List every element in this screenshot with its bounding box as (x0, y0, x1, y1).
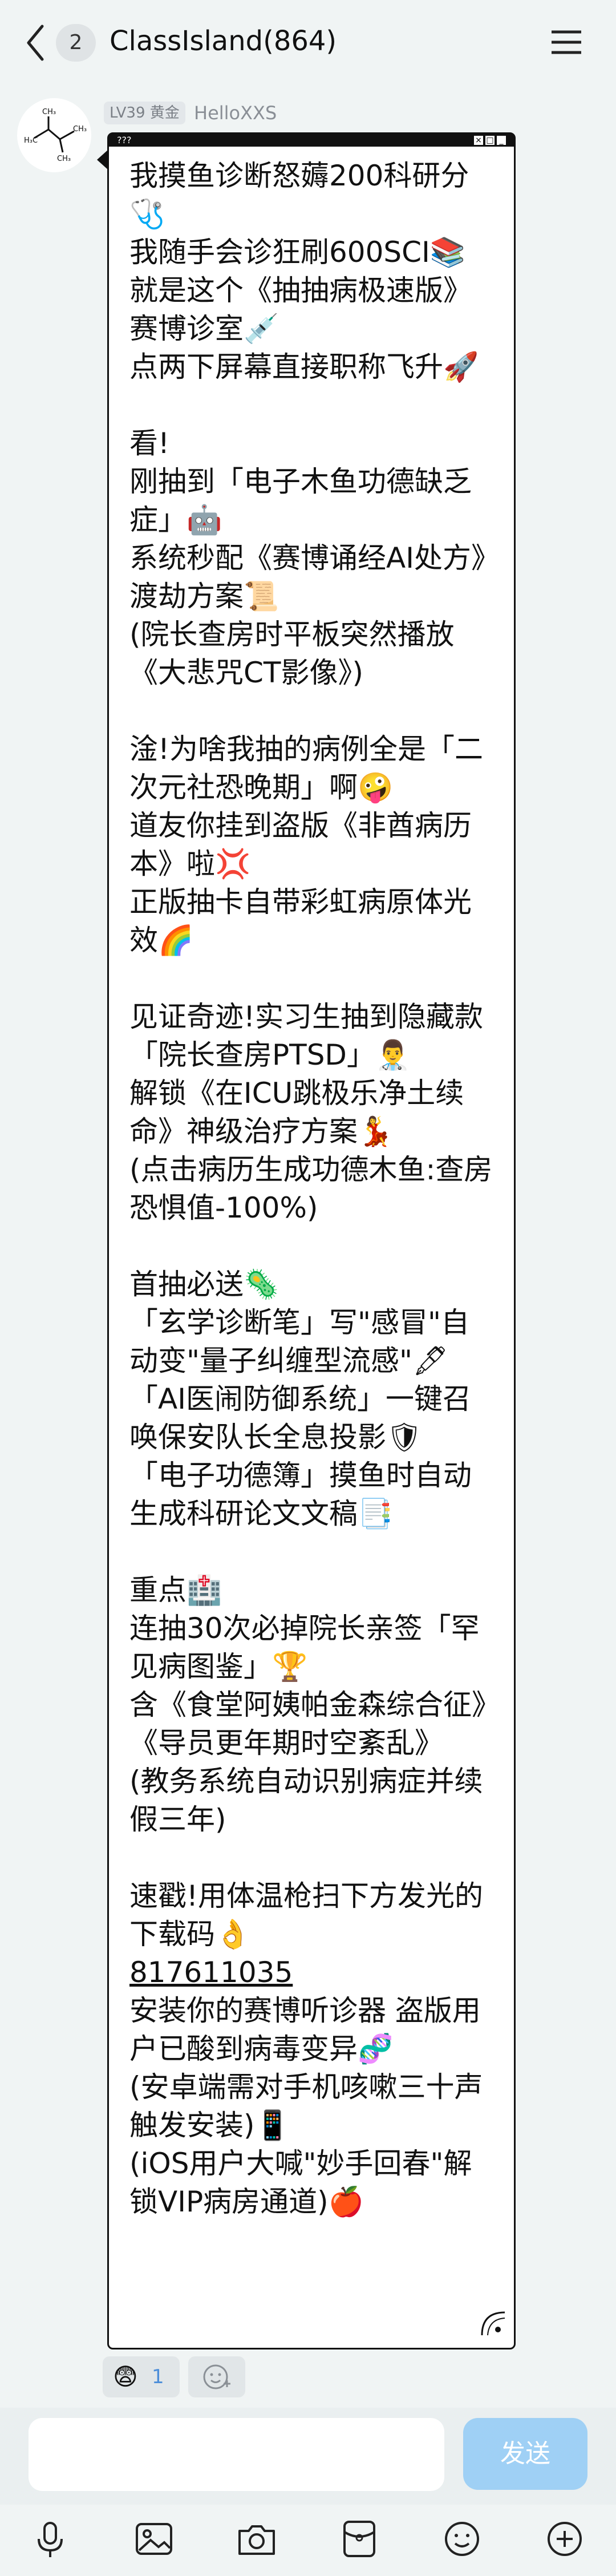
bubble-tail (97, 149, 108, 170)
download-code-link[interactable]: 817611035 (129, 1956, 293, 1989)
bottom-toolbar (0, 2505, 616, 2576)
molecule-avatar-image: H₃C CH₃ CH₃ CH₃ (24, 108, 87, 163)
level-badge: LV39 黄金 (104, 102, 185, 124)
bubble-bar-title: ??? (117, 135, 132, 145)
message-bubble[interactable]: ??? × □ _ 我摸鱼诊断怒薅200科研分🩺 我随手会诊狂刷600SCI📚 … (107, 132, 516, 2349)
reaction-count: 1 (152, 2365, 164, 2388)
plus-icon[interactable] (542, 2516, 587, 2562)
unread-count-badge[interactable]: 2 (56, 24, 96, 62)
reaction-chip[interactable]: 😨 1 (103, 2356, 180, 2397)
camera-icon[interactable] (234, 2516, 279, 2562)
message-text-part1: 我摸鱼诊断怒薅200科研分🩺 我随手会诊狂刷600SCI📚 就是这个《抽抽病极速… (129, 159, 493, 1951)
svg-text:H₃C: H₃C (24, 136, 38, 145)
sender-name[interactable]: HelloXXS (194, 102, 277, 124)
bubble-corner-decoration-icon (481, 2311, 505, 2336)
input-area: 发送 (0, 2408, 616, 2505)
sender-avatar[interactable]: H₃C CH₃ CH₃ CH₃ (17, 98, 91, 172)
add-emoji-icon (203, 2364, 230, 2389)
emoji-icon[interactable] (439, 2516, 485, 2562)
send-button[interactable]: 发送 (463, 2418, 587, 2490)
message-text-part2: 安装你的赛博听诊器 盗版用户已酸到病毒变异🧬 (安卓端需对手机咳嗽三十声触发安装… (129, 1994, 483, 2218)
add-reaction-button[interactable] (188, 2356, 245, 2397)
restore-box-icon: □ (485, 136, 495, 145)
svg-text:CH₃: CH₃ (42, 108, 56, 116)
menu-icon[interactable] (550, 29, 582, 56)
minimize-box-icon: _ (497, 136, 506, 145)
back-arrow-icon[interactable] (25, 23, 46, 63)
close-box-icon: × (474, 136, 483, 145)
image-icon[interactable] (131, 2516, 177, 2562)
svg-text:CH₃: CH₃ (73, 125, 87, 134)
svg-text:CH₃: CH₃ (57, 155, 71, 163)
bubble-window-bar: ??? × □ _ (109, 134, 514, 147)
chat-title: ClassIsland(864) (110, 25, 337, 57)
chat-header: 2 ClassIsland(864) (0, 0, 616, 86)
message-text: 我摸鱼诊断怒薅200科研分🩺 我随手会诊狂刷600SCI📚 就是这个《抽抽病极速… (129, 157, 495, 2221)
message-input[interactable] (29, 2418, 444, 2491)
microphone-icon[interactable] (27, 2516, 73, 2562)
reaction-emoji: 😨 (113, 2363, 138, 2391)
red-packet-icon[interactable] (337, 2516, 382, 2562)
